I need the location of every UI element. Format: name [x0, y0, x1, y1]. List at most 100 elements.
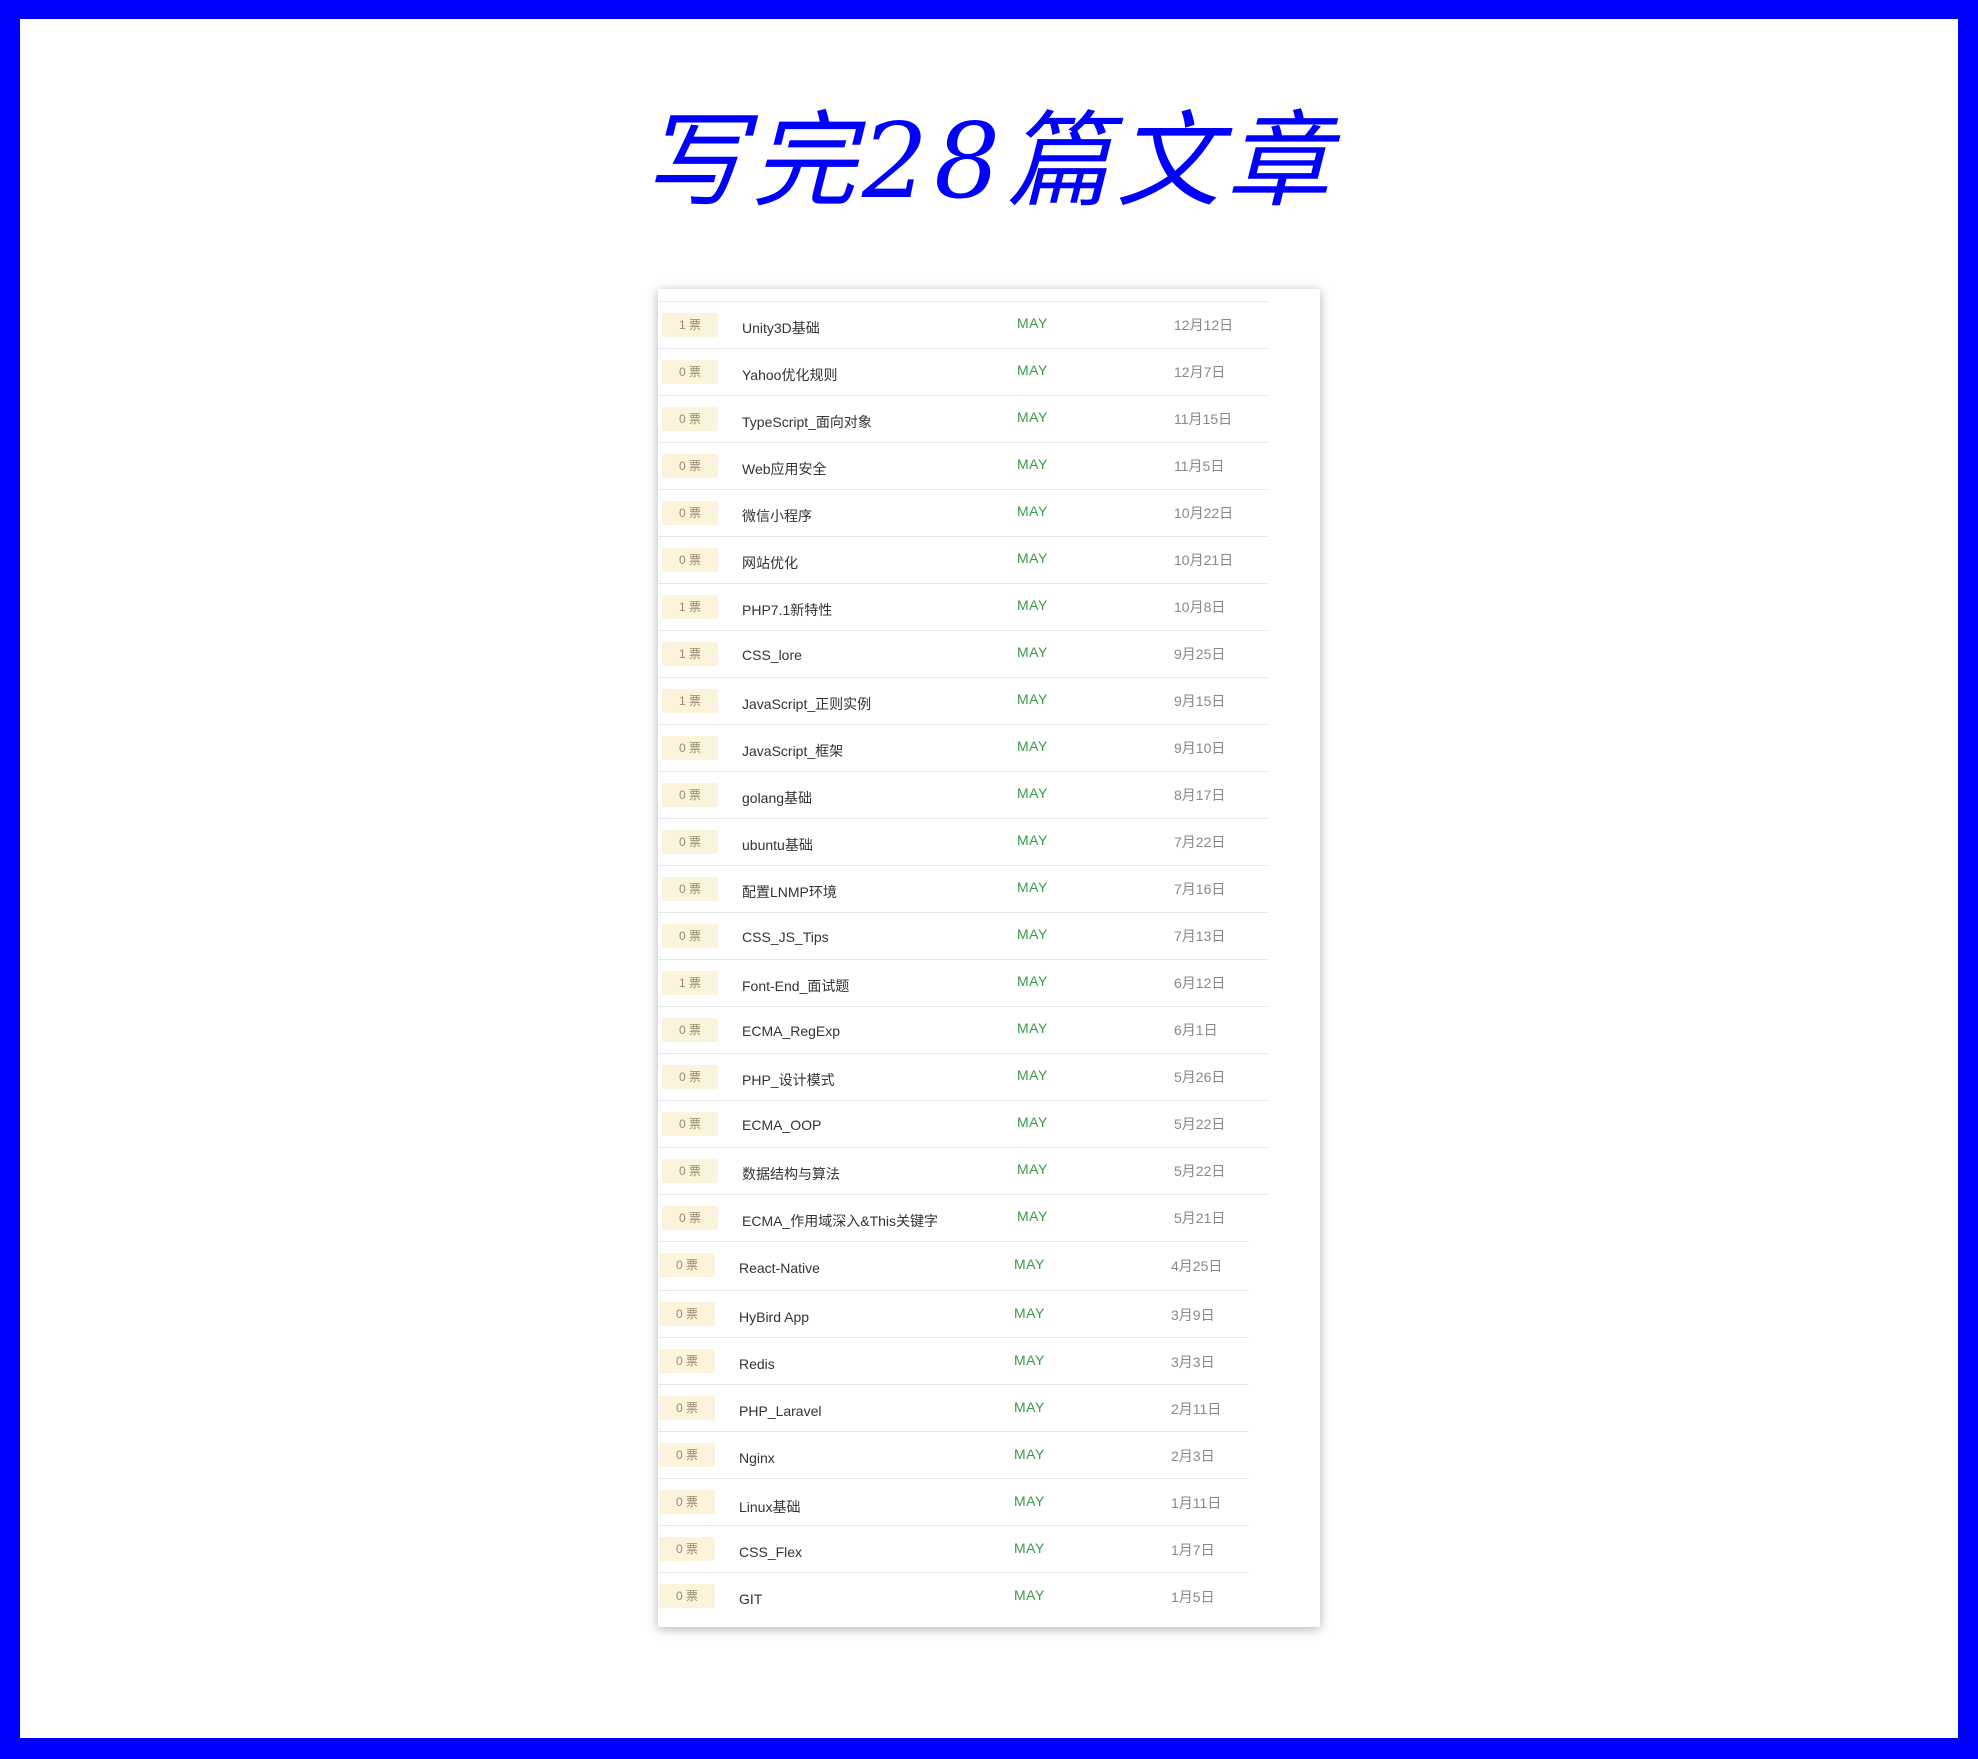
- article-row[interactable]: 0 票 CSS_JS_Tips MAY 7月13日: [658, 912, 1268, 959]
- article-title-link[interactable]: Nginx: [739, 1450, 775, 1466]
- article-date: 5月21日: [1174, 1210, 1226, 1226]
- vote-count-badge: 0 票: [662, 1018, 718, 1042]
- article-row[interactable]: 0 票 TypeScript_面向对象 MAY 11月15日: [658, 395, 1268, 442]
- author-link[interactable]: MAY: [1014, 1493, 1045, 1509]
- article-title-link[interactable]: PHP7.1新特性: [742, 600, 832, 620]
- article-row[interactable]: 0 票 golang基础 MAY 8月17日: [658, 771, 1268, 818]
- article-row[interactable]: 0 票 CSS_Flex MAY 1月7日: [658, 1525, 1249, 1572]
- article-row[interactable]: 0 票 Nginx MAY 2月3日: [658, 1431, 1249, 1478]
- author-link[interactable]: MAY: [1017, 362, 1048, 378]
- article-title-link[interactable]: PHP_设计模式: [742, 1070, 835, 1090]
- author-link[interactable]: MAY: [1017, 691, 1048, 707]
- author-link[interactable]: MAY: [1017, 1020, 1048, 1036]
- author-link[interactable]: MAY: [1017, 315, 1048, 331]
- author-link[interactable]: MAY: [1014, 1399, 1045, 1415]
- article-date: 10月8日: [1174, 599, 1226, 615]
- article-row[interactable]: 0 票 微信小程序 MAY 10月22日: [658, 489, 1268, 536]
- author-link[interactable]: MAY: [1017, 597, 1048, 613]
- author-link[interactable]: MAY: [1014, 1587, 1045, 1603]
- vote-count-badge: 1 票: [662, 971, 718, 995]
- article-title-link[interactable]: CSS_lore: [742, 647, 802, 663]
- author-link[interactable]: MAY: [1017, 503, 1048, 519]
- article-date: 11月5日: [1174, 458, 1225, 474]
- article-title-link[interactable]: React-Native: [739, 1260, 820, 1276]
- article-row[interactable]: 0 票 Web应用安全 MAY 11月5日: [658, 442, 1268, 489]
- author-link[interactable]: MAY: [1017, 644, 1048, 660]
- article-title-link[interactable]: golang基础: [742, 788, 812, 808]
- article-row[interactable]: 0 票 PHP_设计模式 MAY 5月26日: [658, 1053, 1268, 1100]
- article-row[interactable]: 1 票 JavaScript_正则实例 MAY 9月15日: [658, 677, 1268, 724]
- article-row[interactable]: 0 票 ECMA_作用域深入&This关键字 MAY 5月21日: [658, 1194, 1268, 1241]
- article-title-link[interactable]: Unity3D基础: [742, 318, 820, 338]
- article-row[interactable]: 0 票 JavaScript_框架 MAY 9月10日: [658, 724, 1268, 771]
- author-link[interactable]: MAY: [1017, 1067, 1048, 1083]
- article-row[interactable]: 0 票 HyBird App MAY 3月9日: [658, 1290, 1249, 1337]
- author-link[interactable]: MAY: [1017, 550, 1048, 566]
- author-link[interactable]: MAY: [1017, 832, 1048, 848]
- article-title-link[interactable]: ubuntu基础: [742, 835, 813, 855]
- article-row[interactable]: 1 票 PHP7.1新特性 MAY 10月8日: [658, 583, 1268, 630]
- article-title-link[interactable]: ECMA_OOP: [742, 1117, 821, 1133]
- article-row[interactable]: 0 票 ECMA_RegExp MAY 6月1日: [658, 1006, 1268, 1053]
- article-row[interactable]: 0 票 GIT MAY 1月5日: [658, 1572, 1249, 1619]
- article-title-link[interactable]: 微信小程序: [742, 506, 812, 526]
- article-title-link[interactable]: 配置LNMP环境: [742, 882, 837, 902]
- article-row[interactable]: 1 票 CSS_lore MAY 9月25日: [658, 630, 1268, 677]
- author-link[interactable]: MAY: [1017, 409, 1048, 425]
- author-link[interactable]: MAY: [1017, 1161, 1048, 1177]
- article-title-link[interactable]: CSS_Flex: [739, 1544, 802, 1560]
- article-date: 9月25日: [1174, 646, 1226, 662]
- article-title-link[interactable]: Font-End_面试题: [742, 976, 849, 996]
- article-title-link[interactable]: CSS_JS_Tips: [742, 929, 829, 945]
- author-link[interactable]: MAY: [1017, 738, 1048, 754]
- article-row[interactable]: 0 票 Yahoo优化规则 MAY 12月7日: [658, 348, 1268, 395]
- author-link[interactable]: MAY: [1017, 879, 1048, 895]
- author-link[interactable]: MAY: [1014, 1540, 1045, 1556]
- article-title-link[interactable]: TypeScript_面向对象: [742, 412, 872, 432]
- author-link[interactable]: MAY: [1017, 785, 1048, 801]
- article-date: 10月22日: [1174, 505, 1234, 521]
- article-date: 2月11日: [1171, 1401, 1222, 1417]
- author-link[interactable]: MAY: [1014, 1446, 1045, 1462]
- article-date: 2月3日: [1171, 1448, 1215, 1464]
- article-row[interactable]: 0 票 React-Native MAY 4月25日: [658, 1241, 1249, 1290]
- article-title-link[interactable]: Yahoo优化规则: [742, 365, 837, 385]
- vote-count-badge: 0 票: [662, 501, 718, 525]
- article-title-link[interactable]: HyBird App: [739, 1309, 809, 1325]
- article-row[interactable]: 1 票 Font-End_面试题 MAY 6月12日: [658, 959, 1268, 1006]
- article-list-panel: 1 票 Unity3D基础 MAY 12月12日 0 票 Yahoo优化规则 MAY 12月7…: [658, 289, 1320, 1627]
- vote-count-badge: 1 票: [662, 689, 718, 713]
- vote-count-badge: 0 票: [659, 1490, 715, 1514]
- vote-count-badge: 0 票: [662, 1206, 718, 1230]
- article-row[interactable]: 0 票 数据结构与算法 MAY 5月22日: [658, 1147, 1268, 1194]
- author-link[interactable]: MAY: [1017, 926, 1048, 942]
- article-title-link[interactable]: Web应用安全: [742, 459, 827, 479]
- article-row[interactable]: 0 票 Linux基础 MAY 1月11日: [658, 1478, 1249, 1525]
- author-link[interactable]: MAY: [1014, 1256, 1045, 1272]
- author-link[interactable]: MAY: [1017, 973, 1048, 989]
- article-title-link[interactable]: ECMA_作用域深入&This关键字: [742, 1211, 938, 1231]
- article-row[interactable]: 0 票 ECMA_OOP MAY 5月22日: [658, 1100, 1268, 1147]
- article-title-link[interactable]: ECMA_RegExp: [742, 1023, 840, 1039]
- article-row[interactable]: 0 票 Redis MAY 3月3日: [658, 1337, 1249, 1384]
- article-title-link[interactable]: 数据结构与算法: [742, 1164, 840, 1184]
- article-title-link[interactable]: GIT: [739, 1591, 762, 1607]
- article-title-link[interactable]: JavaScript_正则实例: [742, 694, 871, 714]
- article-title-link[interactable]: Redis: [739, 1356, 775, 1372]
- article-row[interactable]: 0 票 ubuntu基础 MAY 7月22日: [658, 818, 1268, 865]
- article-title-link[interactable]: Linux基础: [739, 1497, 800, 1517]
- author-link[interactable]: MAY: [1017, 1114, 1048, 1130]
- article-row[interactable]: 0 票 网站优化 MAY 10月21日: [658, 536, 1268, 583]
- vote-count-badge: 0 票: [662, 736, 718, 760]
- article-title-link[interactable]: PHP_Laravel: [739, 1403, 822, 1419]
- article-title-link[interactable]: 网站优化: [742, 553, 798, 573]
- author-link[interactable]: MAY: [1014, 1305, 1045, 1321]
- author-link[interactable]: MAY: [1017, 456, 1048, 472]
- article-row[interactable]: 0 票 PHP_Laravel MAY 2月11日: [658, 1384, 1249, 1431]
- article-date: 1月7日: [1171, 1542, 1215, 1558]
- author-link[interactable]: MAY: [1014, 1352, 1045, 1368]
- author-link[interactable]: MAY: [1017, 1208, 1048, 1224]
- article-row[interactable]: 0 票 配置LNMP环境 MAY 7月16日: [658, 865, 1268, 912]
- article-row[interactable]: 1 票 Unity3D基础 MAY 12月12日: [658, 301, 1268, 348]
- article-title-link[interactable]: JavaScript_框架: [742, 741, 843, 761]
